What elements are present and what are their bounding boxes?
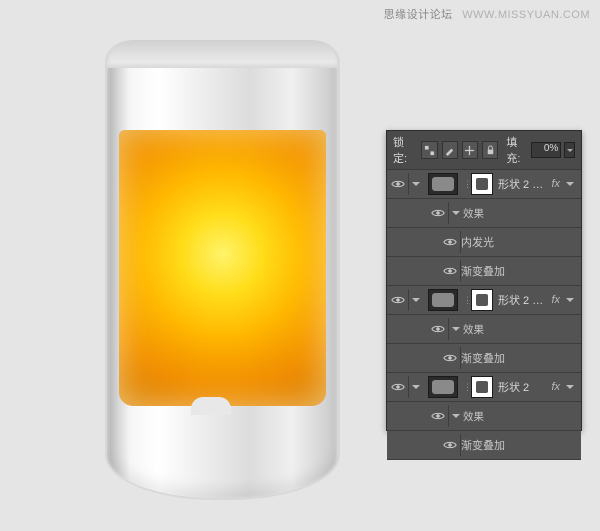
effect-name: 渐变叠加: [461, 437, 505, 453]
lock-label: 锁定:: [393, 134, 415, 166]
layers-list: ⋮ 形状 2 拷贝 3 fx 效果 内发光 渐变叠加 ⋮ 形状 2 拷贝 2: [387, 170, 581, 430]
layer-name[interactable]: 形状 2 拷贝 3: [498, 176, 548, 192]
expand-toggle-icon[interactable]: [409, 295, 423, 306]
vector-mask-thumbnail[interactable]: [471, 376, 493, 398]
fill-dropdown-icon[interactable]: [564, 142, 575, 158]
link-icon: ⋮: [463, 295, 471, 306]
layer-row[interactable]: ⋮ 形状 2 fx: [387, 373, 581, 402]
layer-thumbnail[interactable]: [428, 376, 458, 398]
watermark-url: WWW.MISSYUAN.COM: [462, 9, 590, 21]
visibility-toggle-icon[interactable]: [387, 173, 409, 195]
lock-transparency-icon[interactable]: [421, 141, 437, 159]
lock-all-icon[interactable]: [482, 141, 498, 159]
effect-name: 内发光: [461, 234, 494, 250]
effect-row[interactable]: 渐变叠加: [387, 344, 581, 373]
expand-toggle-icon[interactable]: [409, 179, 423, 190]
expand-toggle-icon[interactable]: [409, 382, 423, 393]
fx-badge[interactable]: fx: [551, 294, 560, 306]
fx-badge[interactable]: fx: [551, 178, 560, 190]
visibility-toggle-icon[interactable]: [387, 289, 409, 311]
visibility-toggle-icon[interactable]: [439, 347, 461, 369]
link-icon: ⋮: [463, 382, 471, 393]
layer-name[interactable]: 形状 2: [498, 379, 548, 395]
link-icon: ⋮: [463, 179, 471, 190]
layer-row[interactable]: ⋮ 形状 2 拷贝 3 fx: [387, 170, 581, 199]
panel-header: 锁定: 填充: 0%: [387, 131, 581, 170]
fx-toggle-icon[interactable]: [563, 295, 577, 306]
watermark: 思缘设计论坛 WWW.MISSYUAN.COM: [384, 6, 590, 22]
effects-header[interactable]: 效果: [387, 199, 581, 228]
vector-mask-thumbnail[interactable]: [471, 289, 493, 311]
layers-panel: 锁定: 填充: 0% ⋮ 形状 2 拷贝 3 fx 效果: [386, 130, 582, 431]
effect-row[interactable]: 渐变叠加: [387, 257, 581, 286]
expand-toggle-icon[interactable]: [449, 208, 463, 219]
effects-header[interactable]: 效果: [387, 315, 581, 344]
visibility-toggle-icon[interactable]: [439, 434, 461, 456]
watermark-cn: 思缘设计论坛: [384, 9, 453, 21]
visibility-toggle-icon[interactable]: [439, 260, 461, 282]
lock-position-icon[interactable]: [462, 141, 478, 159]
fx-toggle-icon[interactable]: [563, 382, 577, 393]
visibility-toggle-icon[interactable]: [387, 376, 409, 398]
fx-toggle-icon[interactable]: [563, 179, 577, 190]
layer-thumbnail[interactable]: [428, 173, 458, 195]
visibility-toggle-icon[interactable]: [427, 318, 449, 340]
fill-control: 填充: 0%: [506, 134, 575, 166]
expand-toggle-icon[interactable]: [449, 324, 463, 335]
effect-name: 渐变叠加: [461, 263, 505, 279]
visibility-toggle-icon[interactable]: [427, 202, 449, 224]
visibility-toggle-icon[interactable]: [439, 231, 461, 253]
layer-name[interactable]: 形状 2 拷贝 2: [498, 292, 548, 308]
juice-fill: [119, 130, 326, 406]
fx-badge[interactable]: fx: [551, 381, 560, 393]
effects-label: 效果: [463, 322, 484, 337]
effects-label: 效果: [463, 409, 484, 424]
glass-illustration: [105, 40, 340, 500]
visibility-toggle-icon[interactable]: [427, 405, 449, 427]
effect-row[interactable]: 渐变叠加: [387, 431, 581, 460]
effects-label: 效果: [463, 206, 484, 221]
effect-name: 渐变叠加: [461, 350, 505, 366]
layer-row[interactable]: ⋮ 形状 2 拷贝 2 fx: [387, 286, 581, 315]
effect-row[interactable]: 内发光: [387, 228, 581, 257]
layer-thumbnail[interactable]: [428, 289, 458, 311]
fill-label: 填充:: [506, 134, 528, 166]
lock-brush-icon[interactable]: [442, 141, 458, 159]
expand-toggle-icon[interactable]: [449, 411, 463, 422]
fill-input[interactable]: 0%: [531, 142, 561, 158]
vector-mask-thumbnail[interactable]: [471, 173, 493, 195]
effects-header[interactable]: 效果: [387, 402, 581, 431]
